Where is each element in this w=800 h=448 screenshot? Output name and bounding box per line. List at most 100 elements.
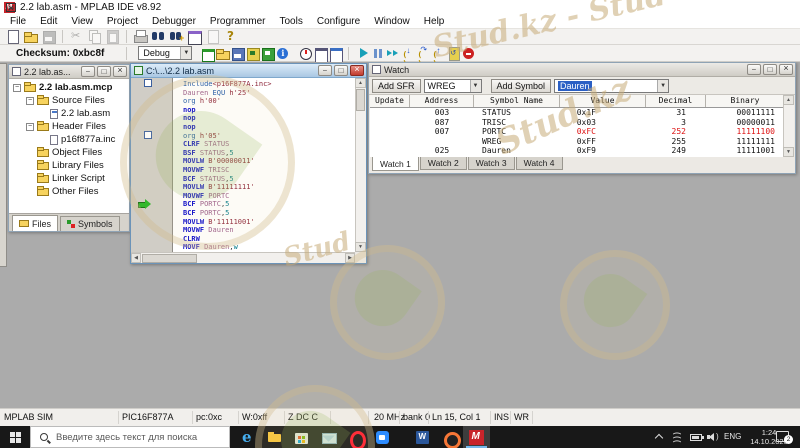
taskbar-app-camera[interactable]	[436, 426, 463, 448]
chevron-down-icon[interactable]: ▼	[470, 80, 481, 92]
document-icon[interactable]	[205, 29, 220, 44]
find-icon[interactable]	[151, 29, 166, 44]
project-tab-files[interactable]: Files	[12, 215, 58, 231]
code-line[interactable]: Dauren EQU h'25'	[183, 89, 355, 98]
maximize-button[interactable]	[334, 65, 348, 76]
copy-icon[interactable]	[87, 29, 102, 44]
simulator-window-icon[interactable]	[328, 46, 343, 61]
language-indicator[interactable]: ENG	[724, 432, 741, 441]
code-line[interactable]: BSF STATUS,5	[183, 149, 355, 158]
minimize-button[interactable]	[318, 65, 332, 76]
help-icon[interactable]	[223, 29, 238, 44]
halt-icon[interactable]	[371, 46, 386, 61]
watch-col-value[interactable]: Value	[560, 95, 646, 107]
code-line[interactable]: nop	[183, 106, 355, 115]
mclr-reset-icon[interactable]	[461, 46, 476, 61]
editor-window-titlebar[interactable]: C:\...\2.2 lab.asm	[131, 64, 366, 78]
code-line[interactable]: nop	[183, 123, 355, 132]
menu-file[interactable]: File	[3, 16, 33, 27]
find-next-icon[interactable]	[169, 29, 184, 44]
tree-item-header-files[interactable]: −Header Files	[9, 120, 129, 133]
checklist-icon[interactable]	[313, 46, 328, 61]
chevron-down-icon[interactable]: ▼	[180, 47, 191, 59]
save-project-icon[interactable]	[230, 46, 245, 61]
code-line[interactable]: org h'05'	[183, 132, 355, 141]
print-icon[interactable]	[133, 29, 148, 44]
watch-row[interactable]: 007PORTC0xFC25211111100	[370, 127, 783, 137]
notification-center-icon[interactable]: 2	[776, 431, 789, 442]
horizontal-scrollbar[interactable]: ◀ ▶	[131, 252, 355, 263]
menu-window[interactable]: Window	[367, 16, 417, 27]
maximize-button[interactable]	[763, 64, 777, 75]
watch-col-binary[interactable]: Binary	[706, 95, 783, 107]
window-swap-icon[interactable]	[187, 29, 202, 44]
close-button[interactable]	[0, 0, 22, 15]
code-line[interactable]: CLRF STATUS	[183, 140, 355, 149]
code-line[interactable]: MOVF Dauren,w	[183, 243, 355, 252]
menu-view[interactable]: View	[64, 16, 100, 27]
taskbar-app-explorer[interactable]	[261, 426, 288, 448]
watch-col-decimal[interactable]: Decimal	[646, 95, 706, 107]
code-line[interactable]: BCF STATUS,5	[183, 175, 355, 184]
fold-marker-icon[interactable]	[144, 131, 152, 139]
taskbar-app-store[interactable]	[288, 426, 315, 448]
debug-mode-combo[interactable]: Debug▼	[138, 46, 192, 60]
tree-item-linker-script[interactable]: Linker Script	[9, 172, 129, 185]
taskbar-app-opera[interactable]	[342, 426, 369, 448]
symbol-combo[interactable]: Dauren▼	[554, 79, 669, 93]
tree-item-library-files[interactable]: Library Files	[9, 159, 129, 172]
watch-row[interactable]: 003STATUS0x1F3100011111	[370, 108, 783, 118]
code-line[interactable]: org h'00'	[183, 97, 355, 106]
menu-help[interactable]: Help	[417, 16, 452, 27]
taskbar-app-zoom[interactable]	[369, 426, 396, 448]
wifi-icon[interactable]: )))	[672, 429, 686, 443]
paste-icon[interactable]	[105, 29, 120, 44]
stopwatch-icon[interactable]	[298, 46, 313, 61]
taskbar-search[interactable]	[30, 426, 230, 448]
code-line[interactable]: MOVWF TRISC	[183, 166, 355, 175]
tree-item-source-files[interactable]: −Source Files	[9, 94, 129, 107]
code-line[interactable]: BCF PORTC,5	[183, 209, 355, 218]
open-file-icon[interactable]	[23, 29, 38, 44]
cut-icon[interactable]	[69, 29, 84, 44]
add-sfr-button[interactable]: Add SFR	[372, 79, 421, 93]
sfr-combo[interactable]: WREG▼	[424, 79, 482, 93]
battery-icon[interactable]	[690, 434, 702, 441]
tree-expander-icon[interactable]: −	[26, 97, 34, 105]
open-project-icon[interactable]	[215, 46, 230, 61]
taskbar-app-mplab[interactable]	[463, 426, 490, 448]
watch-window-titlebar[interactable]: Watch	[369, 63, 795, 77]
code-line[interactable]: nop	[183, 114, 355, 123]
step-over-icon[interactable]	[416, 46, 431, 61]
minimize-button[interactable]	[81, 66, 95, 77]
taskbar-app-word[interactable]	[409, 426, 436, 448]
speaker-icon[interactable]: )	[707, 432, 720, 442]
menu-debugger[interactable]: Debugger	[145, 16, 203, 27]
tree-expander-icon[interactable]: −	[13, 84, 21, 92]
watch-row[interactable]: 087TRISC0x03300000011	[370, 118, 783, 128]
tree-item-object-files[interactable]: Object Files	[9, 146, 129, 159]
tree-expander-icon[interactable]: −	[26, 123, 34, 131]
watch-tab-watch-2[interactable]: Watch 2	[420, 157, 467, 170]
maximize-button[interactable]	[97, 66, 111, 77]
code-line[interactable]: MOVLW B'00000011'	[183, 157, 355, 166]
chevron-down-icon[interactable]: ▼	[657, 80, 668, 92]
watch-col-address[interactable]: Address	[410, 95, 474, 107]
project-window-titlebar[interactable]: 2.2 lab.as...	[9, 65, 129, 79]
save-file-icon[interactable]	[41, 29, 56, 44]
code-editor[interactable]: Include<p16F877A.inc>Dauren EQU h'25'org…	[174, 78, 355, 252]
step-out-icon[interactable]	[431, 46, 446, 61]
code-line[interactable]: MOVWF PORTC	[183, 192, 355, 201]
add-symbol-button[interactable]: Add Symbol	[491, 79, 552, 93]
tree-item-other-files[interactable]: Other Files	[9, 185, 129, 198]
code-line[interactable]: CLRW	[183, 235, 355, 244]
watch-tab-watch-4[interactable]: Watch 4	[516, 157, 563, 170]
code-line[interactable]: MOVLW B'11111111'	[183, 183, 355, 192]
code-line[interactable]: MOVLW B'11111001'	[183, 218, 355, 227]
resize-grip[interactable]	[355, 252, 366, 263]
close-icon[interactable]	[113, 66, 127, 77]
search-input[interactable]	[56, 432, 226, 443]
project-tab-symbols[interactable]: Symbols	[60, 216, 120, 231]
tree-item-2-2-lab-asm-mcp[interactable]: −2.2 lab.asm.mcp	[9, 81, 129, 94]
animate-icon[interactable]	[386, 46, 401, 61]
